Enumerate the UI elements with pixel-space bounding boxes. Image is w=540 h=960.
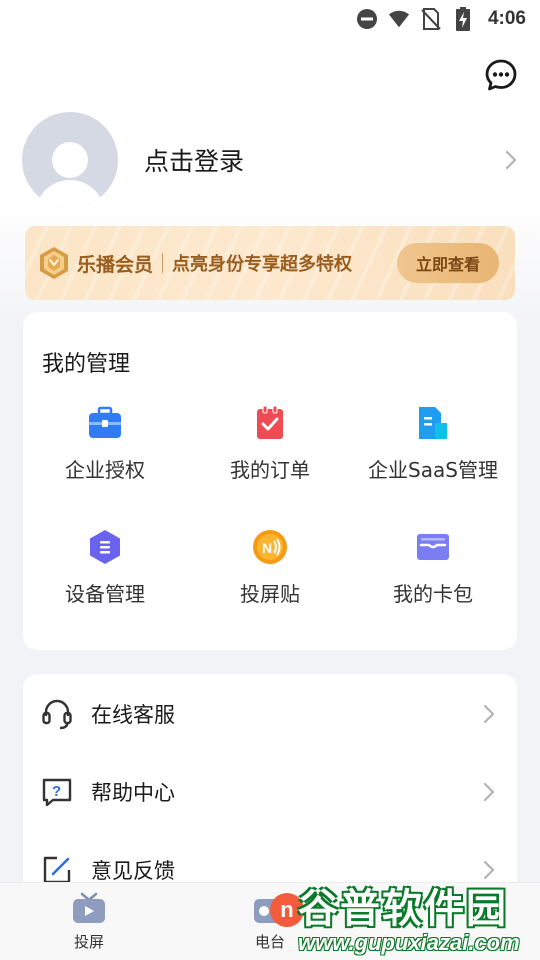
management-card: 我的管理 企业授权 我的订单 企业SaaS管理 设备管理 N 投屏贴 我的卡包 — [23, 312, 517, 650]
vip-divider — [162, 253, 164, 273]
document-icon — [414, 404, 452, 442]
nfc-sticker-icon: N — [251, 528, 289, 566]
grid-item-my-card-wallet[interactable]: 我的卡包 — [351, 528, 515, 618]
status-time: 4:06 — [487, 8, 526, 29]
grid-item-device-management[interactable]: 设备管理 — [23, 528, 187, 618]
chevron-right-icon — [504, 149, 518, 171]
grid-item-enterprise-saas[interactable]: 企业SaaS管理 — [351, 404, 515, 494]
battery-charging-icon — [452, 7, 474, 31]
card-wallet-icon — [414, 528, 452, 566]
grid-item-enterprise-auth[interactable]: 企业授权 — [23, 404, 187, 494]
help-question-icon: ? — [41, 776, 73, 808]
vip-crown-badge-icon — [37, 246, 71, 280]
grid-item-my-orders[interactable]: 我的订单 — [188, 404, 352, 494]
briefcase-icon — [86, 404, 124, 442]
watermark-url: www.gupuxiazai.com — [298, 930, 520, 955]
management-title: 我的管理 — [42, 352, 131, 377]
list-item-label: 帮助中心 — [91, 781, 175, 805]
grid-item-label: 我的订单 — [230, 458, 310, 482]
do-not-disturb-icon — [356, 8, 378, 30]
avatar-body — [35, 180, 105, 208]
no-sim-icon — [420, 8, 442, 30]
list-item-help-center[interactable]: ? 帮助中心 — [23, 753, 517, 831]
order-clipboard-icon — [251, 404, 289, 442]
vip-description: 点亮身份专享超多特权 — [172, 254, 353, 275]
avatar-head — [52, 142, 88, 178]
watermark-title: 谷普软件园 — [298, 886, 508, 932]
nav-tab-label: 投屏 — [73, 933, 104, 951]
svg-text:?: ? — [52, 783, 61, 800]
avatar[interactable] — [22, 112, 118, 208]
vip-view-button[interactable]: 立即查看 — [397, 243, 499, 283]
grid-item-label: 设备管理 — [65, 582, 145, 606]
chevron-right-icon — [483, 782, 495, 802]
login-prompt[interactable]: 点击登录 — [144, 142, 504, 178]
nav-tab-screencast[interactable]: 投屏 — [44, 891, 134, 960]
vip-banner[interactable]: 乐播会员 点亮身份专享超多特权 立即查看 — [25, 226, 515, 300]
site-watermark: 谷普软件园 www.gupuxiazai.com — [292, 874, 540, 960]
svg-text:N: N — [262, 540, 272, 556]
profile-login-row[interactable]: 点击登录 — [22, 112, 518, 208]
chat-bubble-icon[interactable] — [484, 58, 518, 92]
grid-item-label: 投屏贴 — [240, 582, 300, 606]
device-hexagon-icon — [86, 528, 124, 566]
headset-icon — [41, 698, 73, 730]
grid-item-label: 企业授权 — [65, 458, 145, 482]
tv-icon — [71, 891, 107, 927]
status-bar: 4:06 — [0, 0, 540, 38]
grid-item-label: 我的卡包 — [393, 582, 473, 606]
grid-item-label: 企业SaaS管理 — [368, 458, 498, 482]
grid-item-screen-sticker[interactable]: N 投屏贴 — [188, 528, 352, 618]
nav-tab-label: 电台 — [254, 933, 285, 951]
wifi-icon — [388, 8, 410, 30]
vip-title: 乐播会员 — [77, 253, 154, 276]
chevron-right-icon — [483, 704, 495, 724]
list-item-label: 在线客服 — [91, 703, 175, 727]
list-item-online-service[interactable]: 在线客服 — [23, 675, 517, 753]
